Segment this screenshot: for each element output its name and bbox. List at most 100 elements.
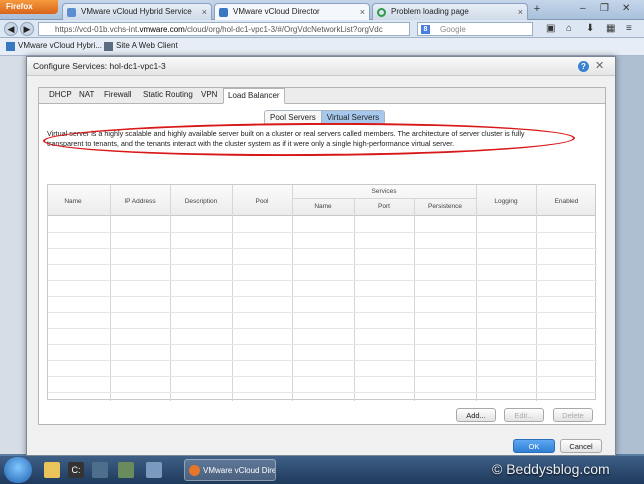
url-suffix: /cloud/org/hol-dc1-vpc1-3/#/OrgVdcNetwor…: [184, 25, 383, 34]
delete-button[interactable]: Delete: [553, 408, 593, 422]
column-header-pool[interactable]: Pool: [232, 198, 292, 205]
firefox-menu-button[interactable]: Firefox: [0, 0, 58, 14]
services-group-header: Services: [371, 188, 397, 195]
table-header: Name IP Address Description Pool Service…: [48, 185, 595, 216]
column-divider: [476, 185, 477, 401]
url-domain: vmware.com: [139, 25, 185, 34]
help-icon[interactable]: ?: [578, 61, 589, 72]
edit-button[interactable]: Edit...: [504, 408, 544, 422]
cmd-icon[interactable]: C:: [68, 462, 84, 478]
close-tab-icon[interactable]: ×: [202, 7, 207, 17]
column-divider: [292, 185, 293, 401]
column-header-enabled[interactable]: Enabled: [536, 198, 597, 205]
network-icon[interactable]: [146, 462, 162, 478]
services-tab-panel: DHCP NAT Firewall Static Routing VPN Loa…: [38, 87, 606, 425]
watermark: © Beddysblog.com: [492, 461, 610, 477]
tab-title: VMware vCloud Director: [233, 7, 320, 16]
column-header-name[interactable]: Name: [48, 198, 98, 205]
tab-load-balancer[interactable]: Load Balancer: [223, 88, 285, 104]
menu-icon[interactable]: ≡: [626, 23, 632, 34]
cancel-button[interactable]: Cancel: [560, 439, 602, 453]
column-header-port[interactable]: Port: [354, 203, 414, 210]
table-row-divider: [48, 392, 597, 393]
explorer-icon[interactable]: [44, 462, 60, 478]
tab-firewall[interactable]: Firewall: [104, 90, 132, 99]
tab-problem-loading[interactable]: Problem loading page ×: [372, 3, 528, 20]
vsphere-favicon-icon: [104, 42, 113, 51]
tab-title: Problem loading page: [391, 7, 469, 16]
column-header-persistence[interactable]: Persistence: [414, 203, 476, 210]
server-manager-icon[interactable]: [92, 462, 108, 478]
table-row-divider: [48, 344, 597, 345]
column-divider: [536, 185, 537, 401]
table-row-divider: [48, 232, 597, 233]
virtual-servers-table: Name IP Address Description Pool Service…: [47, 184, 597, 401]
back-button[interactable]: ◀: [4, 22, 18, 36]
ok-button[interactable]: OK: [513, 439, 555, 453]
new-tab-button[interactable]: +: [530, 3, 544, 18]
vmware-favicon-icon: [67, 8, 76, 17]
bookmark-vchs[interactable]: VMware vCloud Hybri...: [6, 41, 103, 51]
column-header-ip-address[interactable]: IP Address: [110, 198, 170, 205]
close-icon[interactable]: ✕: [595, 59, 604, 72]
bookmark-label: Site A Web Client: [116, 41, 178, 50]
search-input[interactable]: 8 Google: [417, 22, 533, 36]
vmware-favicon-icon: [219, 8, 228, 17]
table-row-divider: [48, 280, 597, 281]
column-divider: [232, 185, 233, 401]
tab-static-routing[interactable]: Static Routing: [143, 90, 193, 99]
column-divider: [354, 198, 355, 401]
add-button[interactable]: Add...: [456, 408, 496, 422]
firefox-icon: [189, 465, 200, 476]
tab-vpn[interactable]: VPN: [201, 90, 217, 99]
taskbar-firefox-task[interactable]: VMware vCloud Dire...: [184, 459, 276, 481]
close-tab-icon[interactable]: ×: [518, 7, 523, 17]
bookmark-site-a[interactable]: Site A Web Client: [104, 41, 178, 51]
header-divider: [292, 198, 476, 199]
address-bar[interactable]: https://vcd-01b.vchs-int.vmware.com/clou…: [38, 22, 410, 36]
navigation-bar: ◀ ▶ https://vcd-01b.vchs-int.vmware.com/…: [0, 20, 644, 38]
forward-button[interactable]: ▶: [20, 22, 34, 36]
table-row-divider: [48, 248, 597, 249]
column-divider: [414, 198, 415, 401]
tab-title: VMware vCloud Hybrid Service: [81, 7, 192, 16]
vmware-favicon-icon: [6, 42, 15, 51]
minimize-icon[interactable]: –: [580, 3, 586, 14]
table-row-divider: [48, 296, 597, 297]
google-search-icon: 8: [421, 25, 430, 34]
close-tab-icon[interactable]: ×: [360, 7, 365, 17]
tab-dhcp[interactable]: DHCP: [49, 90, 72, 99]
column-header-logging[interactable]: Logging: [476, 198, 536, 205]
bookmark-icon[interactable]: ▣: [546, 23, 555, 34]
bookmark-label: VMware vCloud Hybri...: [18, 41, 103, 50]
browser-tab-bar: Firefox VMware vCloud Hybrid Service × V…: [0, 0, 644, 20]
tab-vcloud-director[interactable]: VMware vCloud Director ×: [214, 3, 370, 20]
loading-spinner-icon: [377, 8, 386, 17]
table-row-divider: [48, 376, 597, 377]
table-row-divider: [48, 264, 597, 265]
dialog-title: Configure Services: hol-dc1-vpc1-3: [27, 57, 615, 76]
column-divider: [110, 185, 111, 401]
task-label: VMware vCloud Dire...: [203, 466, 276, 475]
tab-nat[interactable]: NAT: [79, 90, 94, 99]
tab-vchs[interactable]: VMware vCloud Hybrid Service ×: [62, 3, 212, 20]
start-button[interactable]: [4, 457, 32, 483]
configure-services-dialog: Configure Services: hol-dc1-vpc1-3 ? ✕ D…: [26, 56, 616, 456]
highlight-annotation: [42, 121, 576, 158]
bookmarks-bar: VMware vCloud Hybri... Site A Web Client: [0, 38, 644, 56]
column-header-service-name[interactable]: Name: [292, 203, 354, 210]
table-row-divider: [48, 360, 597, 361]
downloads-icon[interactable]: ⬇: [586, 23, 594, 34]
app-icon[interactable]: [118, 462, 134, 478]
table-row-divider: [48, 328, 597, 329]
extensions-icon[interactable]: ▦: [606, 23, 615, 34]
maximize-icon[interactable]: ❐: [600, 3, 609, 14]
services-tab-strip: DHCP NAT Firewall Static Routing VPN Loa…: [39, 88, 605, 104]
column-divider: [170, 185, 171, 401]
search-placeholder: Google: [440, 25, 466, 34]
home-icon[interactable]: ⌂: [566, 23, 572, 34]
column-header-description[interactable]: Description: [170, 198, 232, 205]
window-close-icon[interactable]: ✕: [622, 3, 630, 14]
url-prefix: https://vcd-01b.vchs-int.: [55, 25, 140, 34]
table-row-divider: [48, 312, 597, 313]
